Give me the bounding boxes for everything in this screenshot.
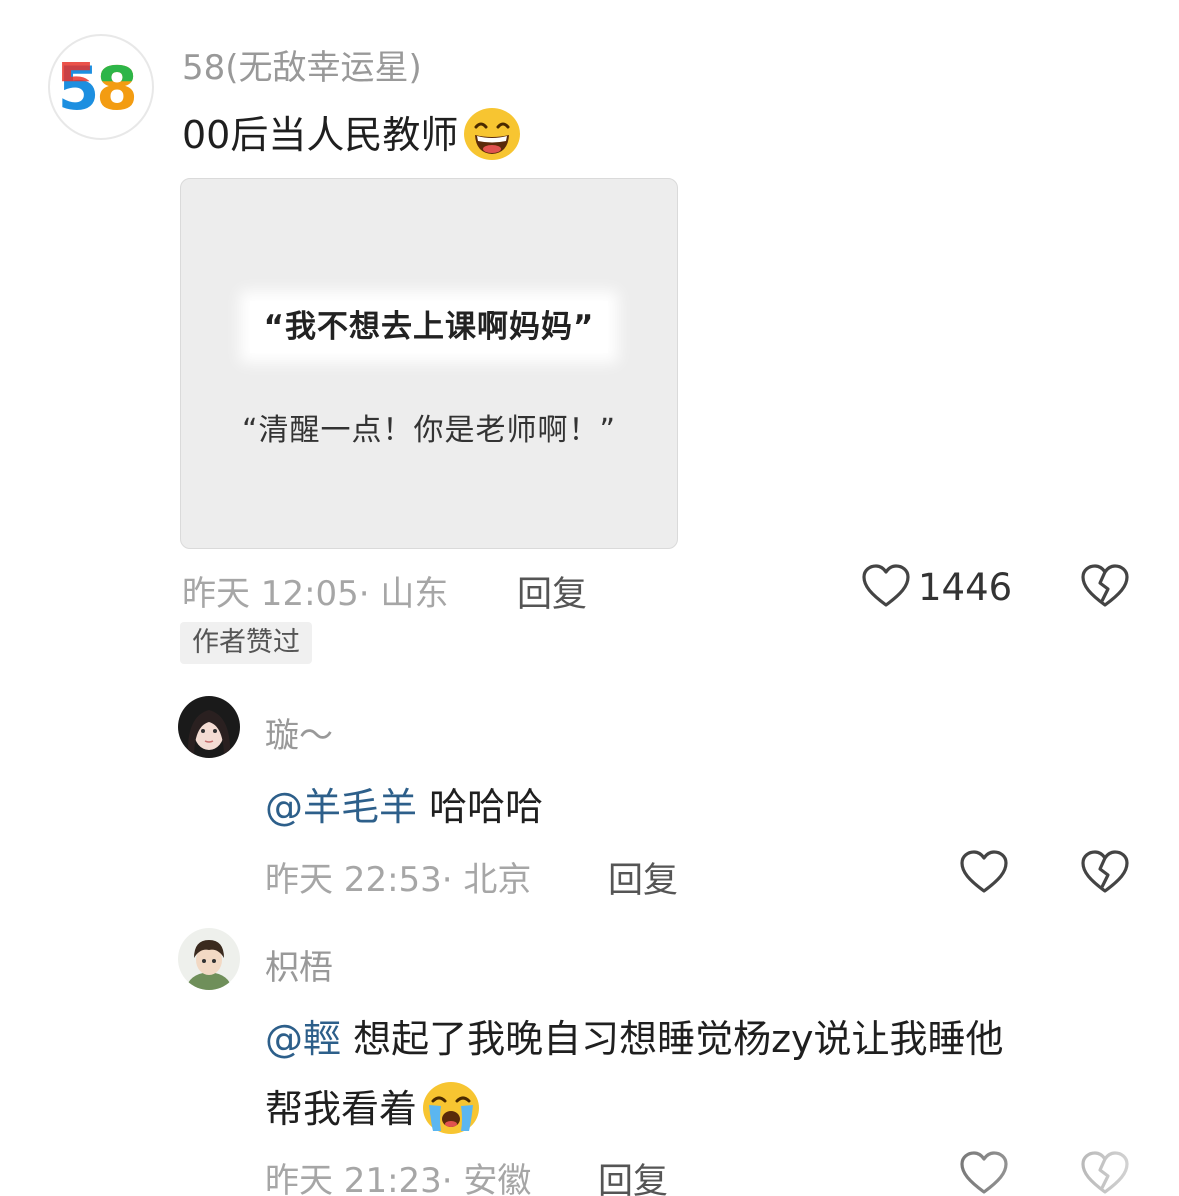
- comment-text-line-1: @輕 想起了我晚自习想睡觉杨zy说让我睡他: [265, 1008, 1004, 1063]
- comment-meta: 昨天 22:53· 北京: [265, 860, 532, 900]
- broken-heart-icon[interactable]: [1080, 849, 1130, 899]
- heart-icon[interactable]: [959, 849, 1009, 899]
- comment-meta: 昨天 21:23· 安徽: [265, 1161, 532, 1196]
- mention-link[interactable]: @輕: [265, 1017, 341, 1061]
- comment-text: @羊毛羊 哈哈哈: [265, 776, 543, 831]
- loudly-crying-face-icon: [421, 1079, 481, 1144]
- username[interactable]: 58(无敌幸运星): [182, 40, 422, 89]
- avatar-xuan[interactable]: [178, 696, 240, 758]
- reply-button[interactable]: 回复: [608, 852, 678, 903]
- author-liked-badge: 作者赞过: [180, 622, 312, 664]
- avatar-58[interactable]: 5 5 8 8: [48, 34, 154, 140]
- reply-button[interactable]: 回复: [598, 1153, 668, 1196]
- username[interactable]: 枳梧: [265, 940, 333, 989]
- comment-text: 00后当人民教师: [182, 104, 522, 170]
- comment-content: 帮我看着: [265, 1087, 418, 1131]
- username[interactable]: 璇～: [265, 708, 333, 757]
- comment-content: 00后当人民教师: [182, 113, 459, 157]
- comment-meta: 昨天 12:05· 山东: [182, 574, 449, 614]
- comment-text-line-2: 帮我看着: [265, 1078, 481, 1144]
- meme-line-2: “清醒一点！你是老师啊！”: [241, 413, 617, 448]
- like-count: 1446: [918, 566, 1013, 609]
- heart-icon[interactable]: [861, 563, 911, 613]
- watermark-fade: [859, 1136, 1179, 1196]
- meme-line-1: “我不想去上课啊妈妈”: [181, 301, 677, 353]
- meme-image[interactable]: “我不想去上课啊妈妈” “清醒一点！你是老师啊！”: [180, 178, 678, 549]
- grinning-face-icon: [462, 105, 522, 170]
- comment-content: 哈哈哈: [429, 785, 544, 829]
- reply-button[interactable]: 回复: [517, 566, 587, 617]
- broken-heart-icon[interactable]: [1080, 563, 1130, 613]
- comment-content: 想起了我晚自习想睡觉杨zy说让我睡他: [353, 1017, 1004, 1061]
- avatar-zhiwu[interactable]: [178, 928, 240, 990]
- mention-link[interactable]: @羊毛羊: [265, 785, 417, 829]
